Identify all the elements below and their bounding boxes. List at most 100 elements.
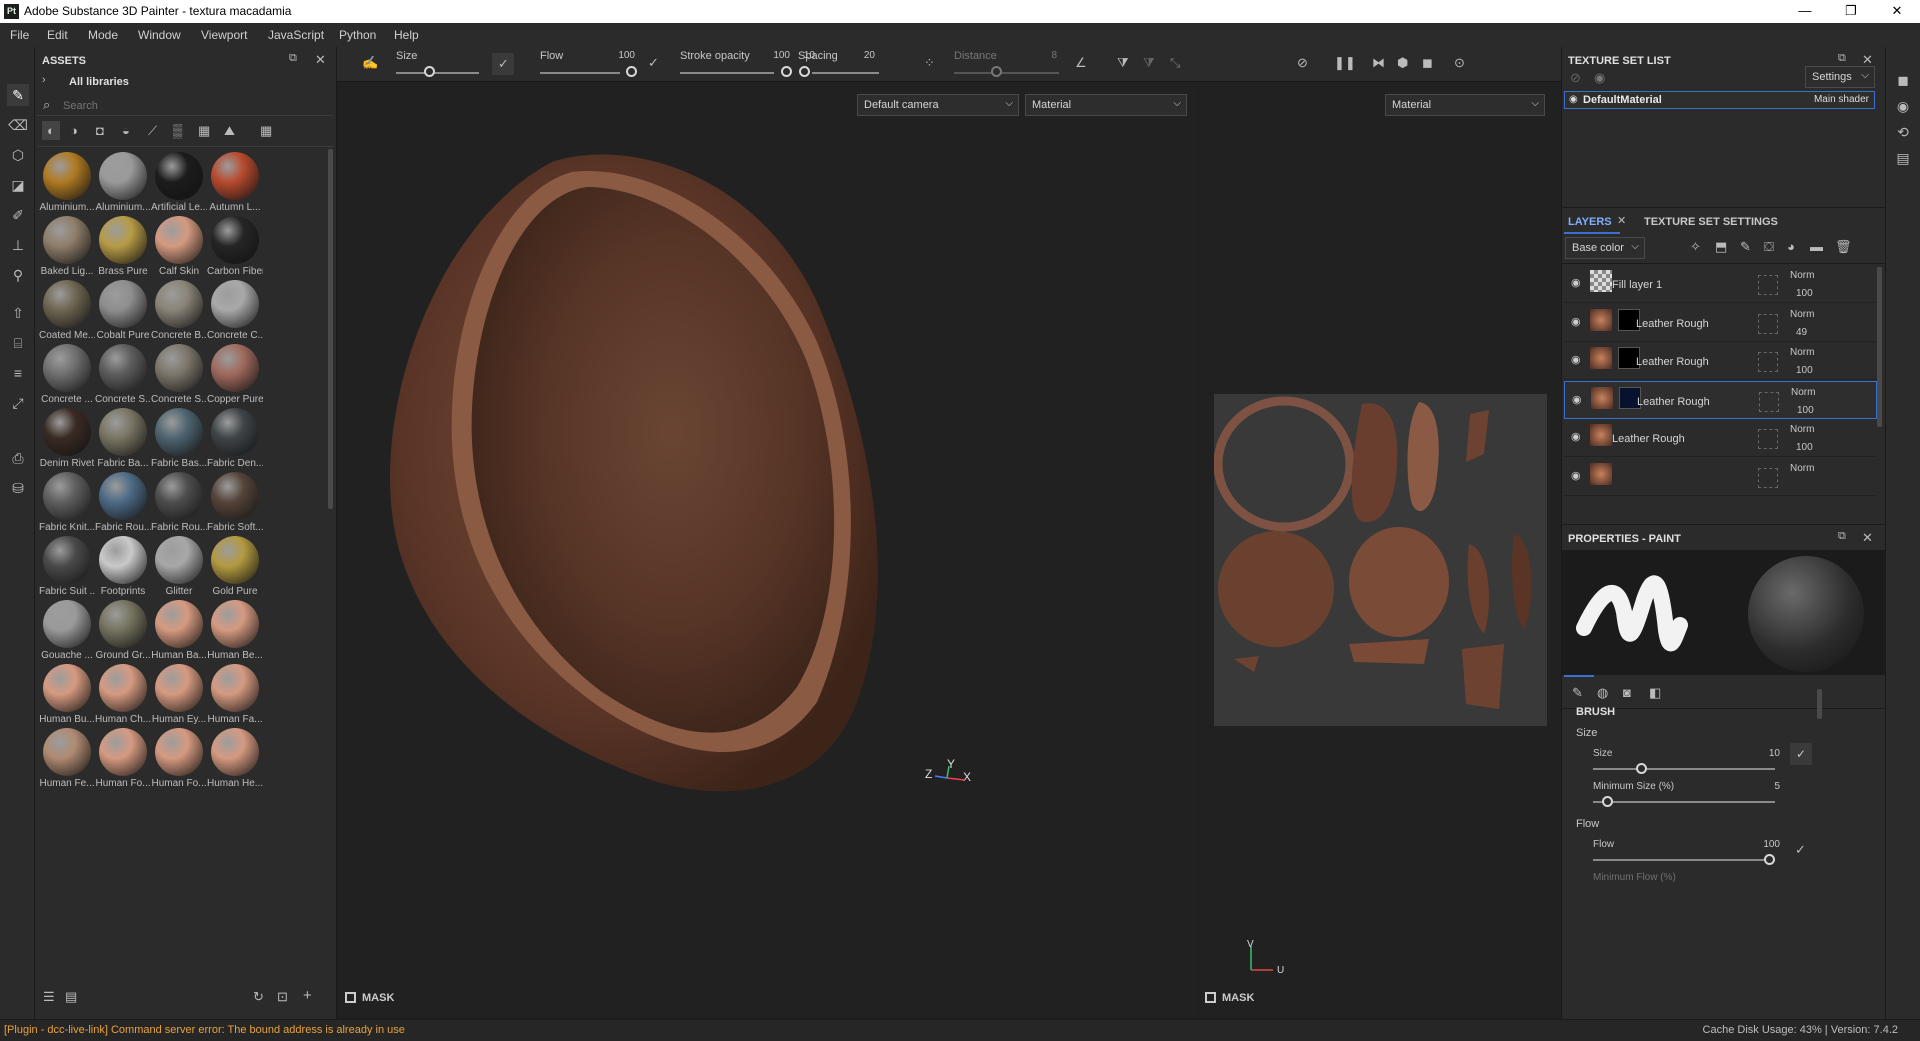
- material-tab-icon[interactable]: ◧: [1649, 685, 1661, 701]
- layer-effects-slot[interactable]: [1758, 467, 1778, 488]
- color-picker-tool-icon[interactable]: ⚲: [7, 264, 29, 286]
- visibility-icon[interactable]: ◉: [1571, 276, 1581, 289]
- log-icon[interactable]: ▤: [1892, 147, 1914, 169]
- brush-preset-icon[interactable]: ✍: [362, 55, 378, 71]
- tab-layers[interactable]: LAYERS: [1568, 216, 1612, 228]
- symmetry-icon[interactable]: ⧩: [1117, 55, 1129, 71]
- blend-mode-dropdown[interactable]: Norm: [1790, 463, 1814, 474]
- material-tile[interactable]: Human Fo...: [95, 725, 151, 803]
- flow-value[interactable]: 100: [615, 50, 635, 61]
- textures-filter-icon[interactable]: ▒: [173, 123, 182, 138]
- material-tile[interactable]: Human Fo...: [151, 725, 207, 803]
- min-size-value[interactable]: 5: [1758, 781, 1780, 792]
- opacity-value[interactable]: 100: [1796, 288, 1813, 299]
- brush-tab-icon[interactable]: ✎: [1572, 685, 1583, 701]
- layer-row[interactable]: ◉ Leather Rough Norm 100: [1564, 380, 1877, 419]
- size-slider-track[interactable]: [396, 72, 479, 74]
- undock-icon[interactable]: ⧉: [1838, 52, 1846, 65]
- close-panel-icon[interactable]: ✕: [315, 52, 326, 68]
- effects-icon[interactable]: ✧: [1690, 239, 1701, 255]
- eraser-tool-icon[interactable]: ⌫: [7, 114, 29, 136]
- close-panel-icon[interactable]: ✕: [1862, 530, 1873, 546]
- spacing-value[interactable]: 20: [855, 50, 875, 61]
- slider-knob[interactable]: [1636, 763, 1647, 774]
- size-pen-pressure-icon[interactable]: ✓: [1790, 743, 1812, 765]
- filters-filter-icon[interactable]: ◒: [122, 123, 130, 138]
- uv-texture-map[interactable]: [1213, 394, 1547, 726]
- visibility-icon[interactable]: ◉: [1571, 315, 1581, 328]
- lazy-mouse-icon[interactable]: ⁘: [924, 55, 935, 71]
- angle-icon[interactable]: ∠: [1075, 55, 1087, 71]
- brush-size-value[interactable]: 10: [1758, 748, 1780, 759]
- viewport-3d[interactable]: Default camera ⌵ Material ⌵ Z Y X MASK: [337, 82, 1198, 1017]
- opacity-value[interactable]: 100: [1796, 442, 1813, 453]
- channel-dropdown[interactable]: Base color ⌵: [1565, 237, 1645, 259]
- projection-tool-icon[interactable]: ⬡: [7, 144, 29, 166]
- smart-material-icon[interactable]: ◕: [1787, 239, 1795, 254]
- maximize-button[interactable]: ❐: [1828, 0, 1874, 23]
- masks-filter-icon[interactable]: ◘: [96, 123, 104, 138]
- spacing-slider-track[interactable]: [812, 72, 879, 74]
- material-tile[interactable]: Human He...: [207, 725, 263, 803]
- 3d-view-icon[interactable]: ⬢: [1397, 55, 1408, 71]
- material-tile[interactable]: Human Fe...: [39, 725, 95, 803]
- brushes-filter-icon[interactable]: ⟋: [148, 123, 157, 139]
- flow-slider-track[interactable]: [540, 72, 620, 74]
- history-icon[interactable]: ⟲: [1892, 121, 1914, 143]
- viewport-mode-dropdown[interactable]: Material ⌵: [1025, 94, 1187, 116]
- stroke-opacity-slider-track[interactable]: [680, 72, 774, 74]
- menu-window[interactable]: Window: [138, 28, 181, 42]
- materials-filter-icon[interactable]: ◐: [42, 121, 60, 140]
- bowl-model[interactable]: [337, 142, 1198, 1002]
- menu-mode[interactable]: Mode: [88, 28, 118, 42]
- slider-knob[interactable]: [1602, 796, 1613, 807]
- blend-mode-dropdown[interactable]: Norm: [1791, 387, 1815, 398]
- flow-pen-pressure-icon[interactable]: ✓: [1795, 842, 1806, 858]
- properties-scrollbar[interactable]: [1817, 689, 1822, 719]
- add-paint-layer-icon[interactable]: ✎: [1740, 239, 1751, 255]
- min-size-slider[interactable]: [1593, 796, 1775, 808]
- chevron-right-icon[interactable]: ›: [42, 74, 46, 86]
- layer-effects-slot[interactable]: [1758, 313, 1778, 334]
- spacing-slider-knob[interactable]: [799, 66, 810, 77]
- mask-checkbox-2d[interactable]: [1205, 992, 1216, 1003]
- layer-effects-slot[interactable]: [1759, 391, 1779, 412]
- menu-edit[interactable]: Edit: [47, 28, 68, 42]
- flow-pressure-icon[interactable]: ✓: [648, 55, 659, 71]
- size-pressure-icon[interactable]: ✓: [492, 53, 514, 75]
- stencil-tab-icon[interactable]: ◙: [1623, 685, 1631, 700]
- add-mask-icon[interactable]: ⬒: [1715, 239, 1727, 255]
- menu-python[interactable]: Python: [339, 28, 376, 42]
- ruler-icon[interactable]: ≡: [7, 362, 29, 384]
- slider-track[interactable]: [1593, 768, 1775, 770]
- visibility-icon[interactable]: ◉: [1571, 353, 1581, 366]
- display-settings-icon[interactable]: ◉: [1892, 95, 1914, 117]
- brush-flow-slider[interactable]: [1593, 854, 1775, 866]
- list-view-icon[interactable]: ☰: [43, 989, 55, 1005]
- assets-scrollbar[interactable]: [328, 149, 333, 509]
- layer-effects-slot[interactable]: [1758, 429, 1778, 449]
- polygon-fill-tool-icon[interactable]: ◪: [7, 174, 29, 196]
- opacity-value[interactable]: 100: [1797, 405, 1814, 416]
- slider-track[interactable]: [1593, 801, 1775, 803]
- view-grid-icon[interactable]: ▦: [260, 123, 272, 139]
- stroke-opacity-slider-knob[interactable]: [781, 66, 792, 77]
- smart-materials-filter-icon[interactable]: ◑: [70, 123, 78, 138]
- smudge-tool-icon[interactable]: ✐: [7, 204, 29, 226]
- new-folder-icon[interactable]: ⊡: [277, 989, 288, 1005]
- menu-viewport[interactable]: Viewport: [201, 28, 247, 42]
- export-icon[interactable]: ⎙: [7, 447, 29, 469]
- texture-set-list-icon[interactable]: ◼: [1892, 69, 1914, 91]
- blend-mode-dropdown[interactable]: Norm: [1790, 424, 1814, 435]
- layer-row[interactable]: ◉ Leather Rough Norm 100: [1564, 419, 1877, 457]
- menu-help[interactable]: Help: [394, 28, 419, 42]
- all-libraries-link[interactable]: All libraries: [69, 76, 129, 88]
- grid-filter-icon[interactable]: ▦: [198, 123, 210, 139]
- brush-size-slider[interactable]: [1593, 763, 1775, 775]
- flow-slider-knob[interactable]: [626, 66, 637, 77]
- slider-track[interactable]: [1593, 859, 1775, 861]
- visibility-icon[interactable]: ◉: [1569, 94, 1578, 105]
- clone-tool-icon[interactable]: ⊥: [7, 234, 29, 256]
- opacity-value[interactable]: 100: [1796, 365, 1813, 376]
- brush-flow-value[interactable]: 100: [1752, 839, 1780, 850]
